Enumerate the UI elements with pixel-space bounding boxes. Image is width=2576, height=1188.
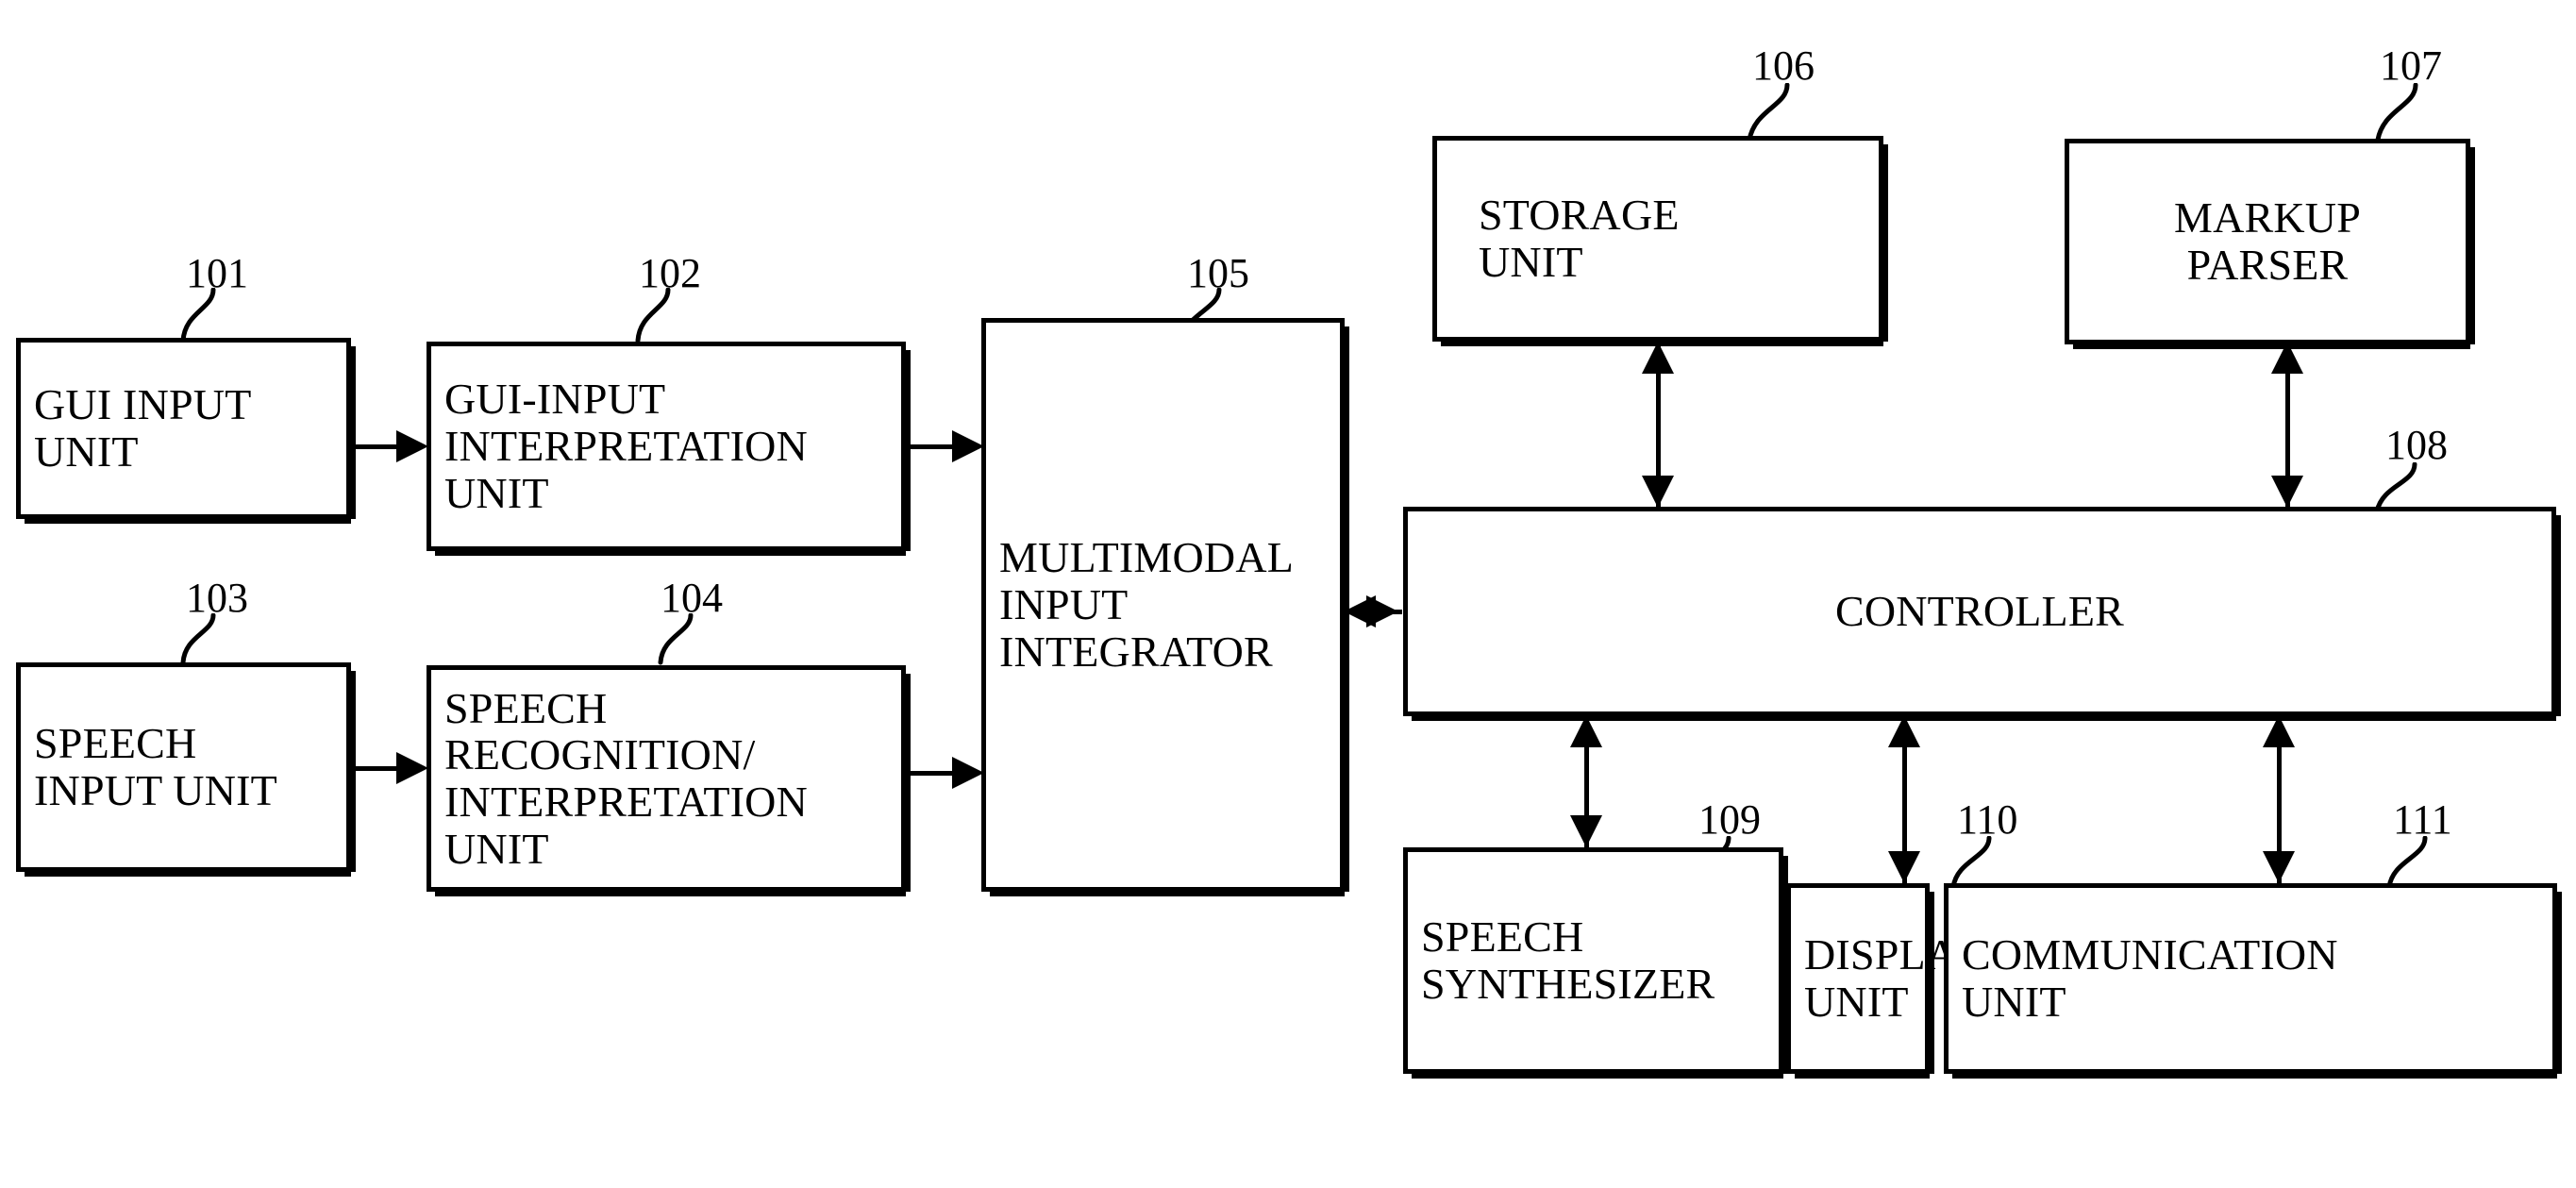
block-markup-parser[interactable]: MARKUP PARSER: [2065, 139, 2475, 349]
block-speech-recognition-interpretation-unit[interactable]: SPEECH RECOGNITION/ INTERPRETATION UNIT: [427, 665, 911, 896]
ref-label-106: 106: [1752, 42, 1815, 89]
connector-103-to-104: [351, 766, 400, 771]
arrowhead-108-to-111-up: [2263, 715, 2295, 747]
block-display-unit[interactable]: DISPLAY UNIT: [1786, 883, 1985, 1079]
arrowhead-102-to-105: [952, 430, 984, 462]
arrowhead-106-to-108-down: [1642, 476, 1674, 508]
block-label-107: MARKUP PARSER: [2173, 193, 2362, 289]
arrowhead-103-to-104: [396, 752, 428, 784]
connector-101-to-102: [351, 444, 400, 449]
ref-label-109: 109: [1698, 796, 1761, 843]
leader-line-103: [180, 613, 216, 665]
block-label-106: STORAGE UNIT: [1479, 191, 1680, 286]
block-label-111: COMMUNICATION UNIT: [1962, 930, 2338, 1026]
figure-canvas: 101 102 103 104 105 106 107 108 109 110 …: [0, 0, 2576, 1188]
ref-label-105: 105: [1187, 250, 1249, 296]
arrowhead-107-to-108-down: [2271, 476, 2303, 508]
block-gui-input-unit[interactable]: GUI INPUT UNIT: [16, 338, 356, 524]
block-label-110: DISPLAY UNIT: [1804, 930, 1985, 1026]
block-multimodal-input-integrator[interactable]: MULTIMODAL INPUT INTEGRATOR: [981, 318, 1349, 896]
block-label-101: GUI INPUT UNIT: [34, 380, 252, 476]
leader-line-102: [635, 288, 671, 343]
arrowhead-104-to-105: [952, 757, 984, 789]
connector-102-to-105: [906, 444, 957, 449]
block-speech-synthesizer[interactable]: SPEECH SYNTHESIZER: [1403, 847, 1788, 1079]
ref-label-101: 101: [186, 250, 248, 296]
leader-line-104: [658, 613, 694, 665]
block-label-108: CONTROLLER: [1834, 587, 2125, 636]
arrowhead-108-to-110-up: [1888, 715, 1920, 747]
arrowhead-107-to-108-up: [2271, 342, 2303, 374]
ref-label-107: 107: [2380, 42, 2442, 89]
block-label-105: MULTIMODAL INPUT INTEGRATOR: [999, 533, 1295, 676]
arrowhead-105-to-108-right: [1366, 595, 1398, 627]
arrowhead-108-to-109-up: [1570, 715, 1602, 747]
block-storage-unit[interactable]: STORAGE UNIT: [1432, 136, 1888, 346]
block-speech-input-unit[interactable]: SPEECH INPUT UNIT: [16, 662, 356, 877]
ref-label-102: 102: [639, 250, 701, 296]
ref-label-110: 110: [1957, 796, 2018, 843]
connector-104-to-105: [906, 771, 957, 776]
block-label-103: SPEECH INPUT UNIT: [34, 719, 277, 814]
ref-label-108: 108: [2385, 422, 2448, 468]
arrowhead-108-to-109-down: [1570, 815, 1602, 847]
block-controller[interactable]: CONTROLLER: [1403, 507, 2561, 721]
ref-label-111: 111: [2393, 796, 2452, 843]
block-label-109: SPEECH SYNTHESIZER: [1421, 912, 1715, 1008]
ref-label-103: 103: [186, 575, 248, 621]
leader-line-107: [2375, 83, 2418, 142]
leader-line-106: [1747, 83, 1790, 142]
block-label-102: GUI-INPUT INTERPRETATION UNIT: [444, 375, 808, 517]
arrowhead-106-to-108-up: [1642, 342, 1674, 374]
block-communication-unit[interactable]: COMMUNICATION UNIT: [1944, 883, 2562, 1079]
arrowhead-101-to-102: [396, 430, 428, 462]
leader-line-101: [180, 288, 216, 343]
arrowhead-108-to-111-down: [2263, 851, 2295, 883]
ref-label-104: 104: [661, 575, 723, 621]
block-label-104: SPEECH RECOGNITION/ INTERPRETATION UNIT: [444, 683, 808, 873]
block-gui-input-interpretation-unit[interactable]: GUI-INPUT INTERPRETATION UNIT: [427, 342, 911, 556]
arrowhead-108-to-110-down: [1888, 851, 1920, 883]
